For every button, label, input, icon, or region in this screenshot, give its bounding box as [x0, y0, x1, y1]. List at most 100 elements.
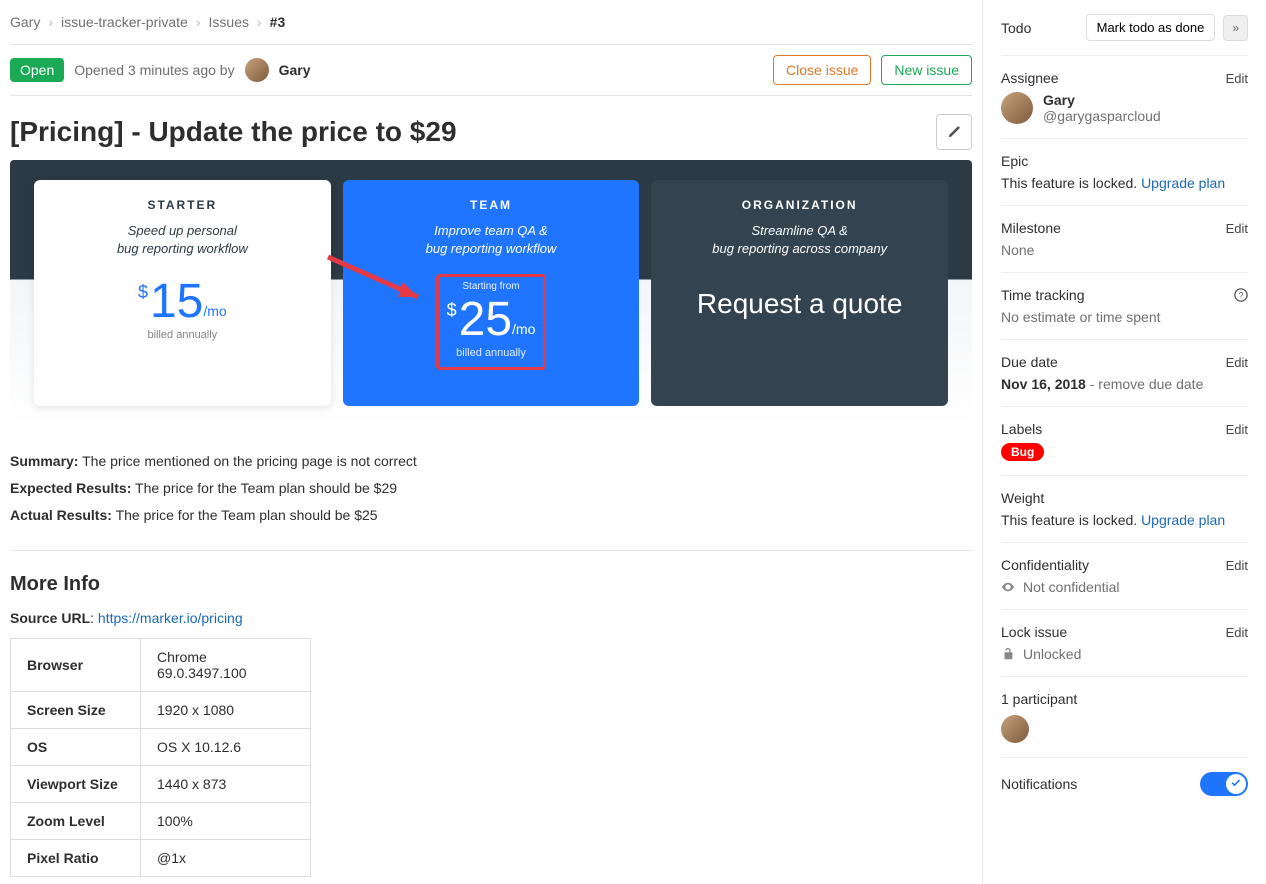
pencil-icon	[947, 125, 961, 139]
breadcrumb-item[interactable]: Gary	[10, 14, 40, 30]
info-key: Browser	[11, 639, 141, 692]
source-url-link[interactable]: https://marker.io/pricing	[98, 610, 243, 626]
breadcrumb-separator: ›	[48, 14, 53, 30]
info-table: BrowserChrome 69.0.3497.100 Screen Size1…	[10, 638, 311, 877]
plan-price: $ 15 /mo	[138, 274, 227, 329]
label-bug[interactable]: Bug	[1001, 443, 1044, 461]
plan-desc-line: bug reporting workflow	[117, 241, 248, 256]
request-quote: Request a quote	[663, 288, 936, 320]
issue-description: Summary: The price mentioned on the pric…	[10, 426, 972, 551]
todo-label: Todo	[1001, 20, 1031, 36]
info-value: 1920 x 1080	[141, 692, 311, 729]
sidebar-confidentiality: Confidentiality Edit Not confidential	[1001, 543, 1248, 610]
new-issue-button[interactable]: New issue	[881, 55, 972, 85]
sidebar-notifications: Notifications	[1001, 758, 1248, 816]
unlock-icon	[1001, 647, 1015, 661]
expected-label: Expected Results:	[10, 480, 131, 496]
due-date-title: Due date	[1001, 354, 1058, 370]
labels-edit[interactable]: Edit	[1226, 422, 1248, 437]
plan-desc: Streamline QA & bug reporting across com…	[663, 222, 936, 258]
info-value: @1x	[141, 840, 311, 877]
table-row: OSOS X 10.12.6	[11, 729, 311, 766]
time-tracking-value: No estimate or time spent	[1001, 309, 1248, 325]
collapse-sidebar-button[interactable]: »	[1223, 15, 1248, 41]
issue-header: Open Opened 3 minutes ago by Gary Close …	[10, 45, 972, 96]
annotation-arrow-icon	[323, 252, 433, 312]
info-value: 100%	[141, 803, 311, 840]
info-value: OS X 10.12.6	[141, 729, 311, 766]
starting-from: Starting from	[447, 281, 536, 292]
notifications-title: Notifications	[1001, 776, 1077, 792]
notifications-toggle[interactable]	[1200, 772, 1248, 796]
annotation-highlight-box: Starting from $ 25 /mo billed annually	[436, 274, 547, 370]
mark-todo-done-button[interactable]: Mark todo as done	[1086, 14, 1216, 41]
assignee-user[interactable]: Gary @garygasparcloud	[1001, 92, 1248, 124]
title-row: [Pricing] - Update the price to $29	[10, 96, 972, 160]
issue-title: [Pricing] - Update the price to $29	[10, 116, 936, 148]
plan-card-team: TEAM Improve team QA & bug reporting wor…	[343, 180, 640, 406]
breadcrumb-item[interactable]: issue-tracker-private	[61, 14, 188, 30]
assignee-name: Gary	[1043, 92, 1161, 108]
billed-annually: billed annually	[46, 329, 319, 341]
weight-locked-text: This feature is locked.	[1001, 512, 1141, 528]
source-url-label: Source URL	[10, 610, 90, 626]
info-value: Chrome 69.0.3497.100	[141, 639, 311, 692]
plan-card-starter: STARTER Speed up personal bug reporting …	[34, 180, 331, 406]
upgrade-plan-link[interactable]: Upgrade plan	[1141, 512, 1225, 528]
assignee-edit[interactable]: Edit	[1226, 71, 1248, 86]
plan-desc: Speed up personal bug reporting workflow	[46, 222, 319, 258]
plan-name: ORGANIZATION	[663, 198, 936, 212]
lock-edit[interactable]: Edit	[1226, 625, 1248, 640]
expected-text: The price for the Team plan should be $2…	[135, 480, 397, 496]
assignee-handle: @garygasparcloud	[1043, 108, 1161, 124]
eye-icon	[1001, 580, 1015, 594]
lock-title: Lock issue	[1001, 624, 1067, 640]
milestone-title: Milestone	[1001, 220, 1061, 236]
sidebar-labels: Labels Edit Bug	[1001, 407, 1248, 476]
help-icon[interactable]: ?	[1234, 288, 1248, 302]
status-badge: Open	[10, 58, 64, 82]
author-name[interactable]: Gary	[279, 62, 311, 78]
assignee-title: Assignee	[1001, 70, 1059, 86]
lock-value: Unlocked	[1023, 646, 1081, 662]
table-row: Zoom Level100%	[11, 803, 311, 840]
epic-locked-text: This feature is locked.	[1001, 175, 1141, 191]
plan-desc-line: bug reporting across company	[712, 241, 887, 256]
due-date-edit[interactable]: Edit	[1226, 355, 1248, 370]
sidebar-time-tracking: Time tracking ? No estimate or time spen…	[1001, 273, 1248, 340]
colon: :	[90, 610, 98, 626]
due-date-value: Nov 16, 2018	[1001, 376, 1086, 392]
breadcrumb-separator: ›	[196, 14, 201, 30]
milestone-value: None	[1001, 242, 1248, 258]
info-key: OS	[11, 729, 141, 766]
assignee-avatar	[1001, 92, 1033, 124]
plan-desc-line: Improve team QA &	[434, 223, 548, 238]
confidentiality-title: Confidentiality	[1001, 557, 1089, 573]
breadcrumb-item[interactable]: Issues	[209, 14, 249, 30]
participant-avatar[interactable]	[1001, 715, 1029, 743]
summary-label: Summary:	[10, 453, 78, 469]
sidebar-participants: 1 participant	[1001, 677, 1248, 758]
author-avatar[interactable]	[245, 58, 269, 82]
issue-sidebar: Todo Mark todo as done » Assignee Edit G…	[982, 0, 1266, 884]
table-row: Screen Size1920 x 1080	[11, 692, 311, 729]
per-month: /mo	[512, 321, 535, 337]
sidebar-due-date: Due date Edit Nov 16, 2018 - remove due …	[1001, 340, 1248, 407]
milestone-edit[interactable]: Edit	[1226, 221, 1248, 236]
confidentiality-edit[interactable]: Edit	[1226, 558, 1248, 573]
remove-due-date[interactable]: - remove due date	[1086, 376, 1204, 392]
table-row: Viewport Size1440 x 873	[11, 766, 311, 803]
edit-title-button[interactable]	[936, 114, 972, 150]
upgrade-plan-link[interactable]: Upgrade plan	[1141, 175, 1225, 191]
actual-label: Actual Results:	[10, 507, 112, 523]
confidentiality-value: Not confidential	[1023, 579, 1120, 595]
attached-screenshot: STARTER Speed up personal bug reporting …	[10, 160, 972, 426]
close-issue-button[interactable]: Close issue	[773, 55, 871, 85]
svg-text:?: ?	[1239, 291, 1244, 301]
info-key: Pixel Ratio	[11, 840, 141, 877]
sidebar-lock: Lock issue Edit Unlocked	[1001, 610, 1248, 677]
sidebar-weight: Weight This feature is locked. Upgrade p…	[1001, 476, 1248, 543]
check-icon	[1230, 778, 1242, 790]
plan-name: TEAM	[355, 198, 628, 212]
more-info-heading: More Info	[10, 573, 972, 596]
